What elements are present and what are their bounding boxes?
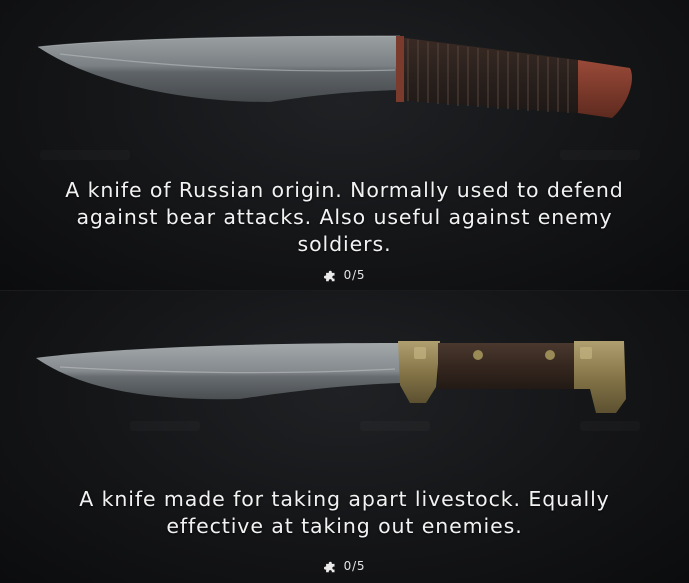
description-line: A knife of Russian origin. Normally used…: [65, 178, 624, 202]
background-decoration: [40, 150, 130, 160]
collectible-progress: 0/5: [343, 268, 366, 282]
background-decoration: [580, 421, 640, 431]
description-line: A knife made for taking apart livestock.…: [79, 487, 610, 511]
item-panel-butcher-knife[interactable]: A knife made for taking apart livestock.…: [0, 290, 689, 583]
item-panel-russian-knife[interactable]: A knife of Russian origin. Normally used…: [0, 0, 689, 290]
russian-knife-image: [37, 35, 632, 118]
background-decoration: [130, 421, 200, 431]
collectible-counter: 0/5: [0, 559, 689, 576]
butcher-knife-image: [36, 341, 626, 413]
item-description: A knife made for taking apart livestock.…: [0, 486, 689, 540]
collectible-progress: 0/5: [343, 559, 366, 573]
collectible-counter: 0/5: [0, 268, 689, 285]
puzzle-piece-icon: [323, 561, 335, 573]
description-line: against bear attacks. Also useful agains…: [76, 205, 613, 229]
background-decoration: [360, 421, 430, 431]
background-decoration: [560, 150, 640, 160]
puzzle-piece-icon: [323, 270, 335, 282]
item-description: A knife of Russian origin. Normally used…: [0, 177, 689, 258]
description-line: soldiers.: [297, 232, 392, 256]
description-line: effective at taking out enemies.: [166, 514, 523, 538]
